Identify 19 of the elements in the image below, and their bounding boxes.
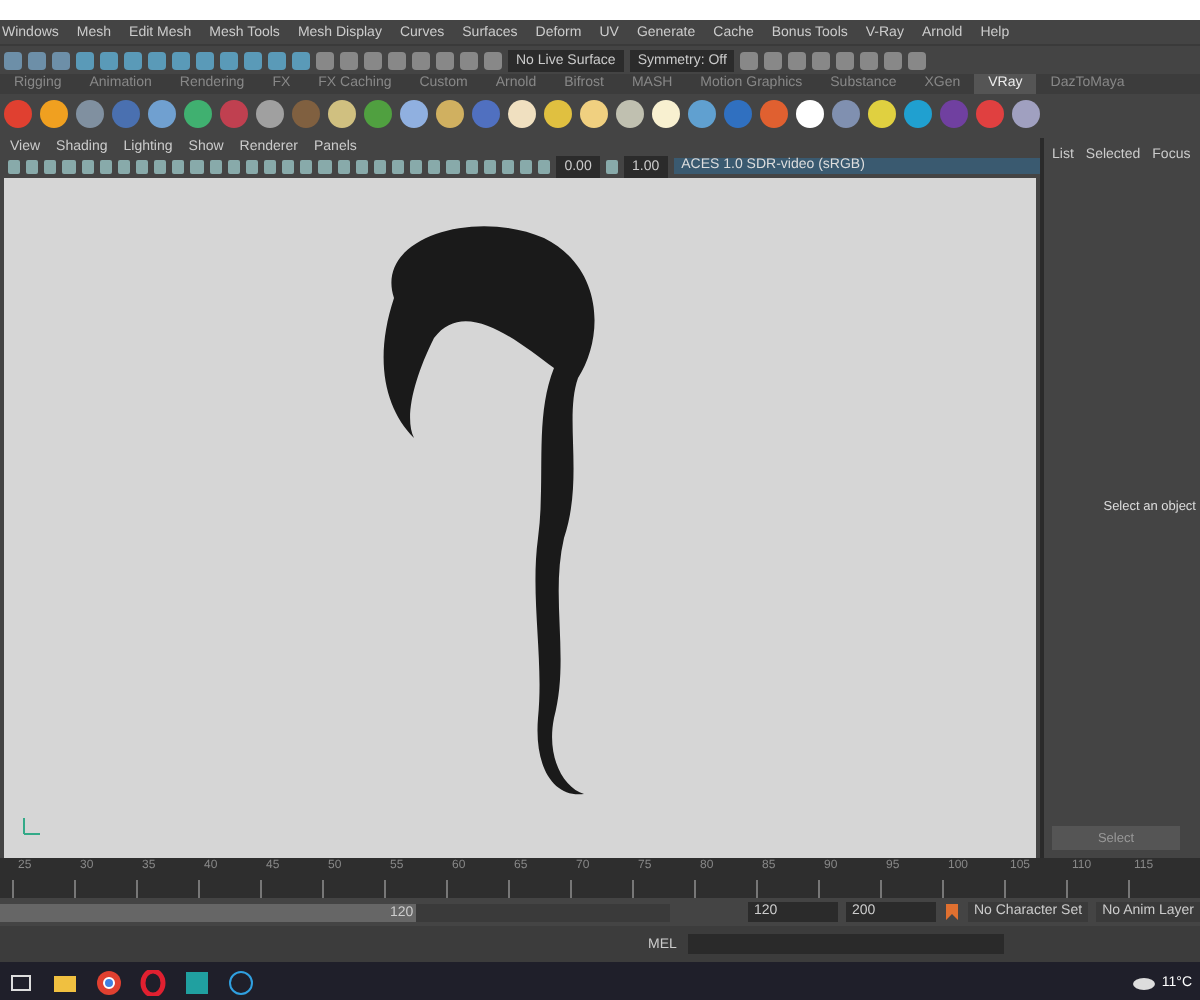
key-icon[interactable] [943,902,960,922]
shelf-tool-icon[interactable] [328,100,356,128]
viewport[interactable] [4,178,1036,858]
axis-icon [20,814,44,838]
shelf-tool-icon[interactable] [544,100,572,128]
shelf-tool-icon[interactable] [1012,100,1040,128]
shelf-tool-icon[interactable] [652,100,680,128]
shelf-tool-icon[interactable] [580,100,608,128]
shelf-tool-icon[interactable] [868,100,896,128]
shelf-tool-icon[interactable] [400,100,428,128]
cloud-icon [1131,974,1156,990]
shelf-tool-icon[interactable] [616,100,644,128]
browser-icon[interactable] [96,969,122,995]
gamma-icon[interactable] [605,159,618,173]
shelf-tool-icon[interactable] [40,100,68,128]
shelf-tool-icon[interactable] [436,100,464,128]
shelf-tool-icon[interactable] [796,100,824,128]
shelf-tool-icon[interactable] [508,100,536,128]
opera-icon[interactable] [140,969,166,995]
